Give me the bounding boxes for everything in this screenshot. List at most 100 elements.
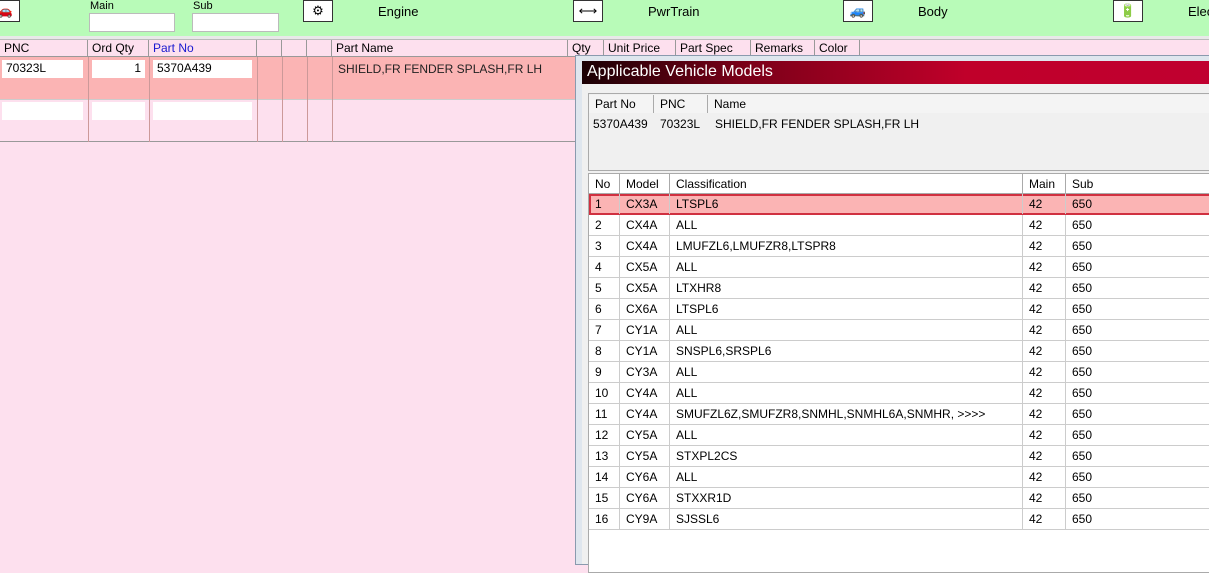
col-ord-qty[interactable]: Ord Qty — [88, 40, 149, 57]
model-row[interactable]: 6 CX6A LTSPL6 42 650 — [589, 299, 1209, 320]
dialog-title[interactable]: Applicable Vehicle Models — [582, 61, 1209, 84]
sub-input[interactable] — [192, 13, 279, 32]
cell-classification: SJSSL6 — [670, 509, 1023, 529]
models-list[interactable]: No Model Classification Main Sub 1 CX3A LT… — [588, 173, 1209, 573]
cell-model: CX5A — [620, 257, 670, 277]
hdr-pnc[interactable]: PNC — [654, 95, 708, 113]
hdr-classification[interactable]: Classification — [670, 174, 1023, 194]
model-row[interactable]: 12 CY5A ALL 42 650 — [589, 425, 1209, 446]
cell-model: CX6A — [620, 299, 670, 319]
pnc-field-empty[interactable] — [2, 102, 83, 120]
ord-qty-field[interactable]: 1 — [92, 60, 145, 78]
cell-classification: ALL — [670, 383, 1023, 403]
part-no-field[interactable]: 5370A439 — [153, 60, 252, 78]
hdr-name[interactable]: Name — [708, 95, 1209, 113]
hdr-main[interactable]: Main — [1023, 174, 1066, 194]
model-row[interactable]: 15 CY6A STXXR1D 42 650 — [589, 488, 1209, 509]
model-row[interactable]: 3 CX4A LMUFZL6,LMUFZR8,LTSPR8 42 650 — [589, 236, 1209, 257]
hdr-no[interactable]: No — [589, 174, 620, 194]
col-divider — [257, 57, 258, 142]
applicable-vehicle-models-dialog: Applicable Vehicle Models Part No PNC Na… — [575, 55, 1209, 573]
model-row[interactable]: 11 CY4A SMUFZL6Z,SMUFZR8,SNMHL,SNMHL6A,SNM… — [589, 404, 1209, 425]
electrical-label[interactable]: Elec — [1188, 4, 1209, 19]
cell-no: 14 — [589, 467, 620, 487]
col-blank-2[interactable] — [282, 40, 307, 57]
body-label[interactable]: Body — [918, 4, 948, 19]
cell-main: 42 — [1023, 215, 1066, 235]
cell-classification: SMUFZL6Z,SMUFZR8,SNMHL,SNMHL6A,SNMHR, >>… — [670, 404, 1023, 424]
cell-main: 42 — [1023, 509, 1066, 529]
model-row[interactable]: 13 CY5A STXPL2CS 42 650 — [589, 446, 1209, 467]
sub-label: Sub — [193, 0, 213, 12]
model-row[interactable]: 14 CY6A ALL 42 650 — [589, 467, 1209, 488]
cell-main: 42 — [1023, 383, 1066, 403]
cell-sub: 650 — [1072, 365, 1093, 379]
cell-model: CY9A — [620, 509, 670, 529]
cell-no: 11 — [589, 404, 620, 424]
powertrain-icon[interactable]: ⟷ — [573, 0, 603, 22]
model-row[interactable]: 8 CY1A SNSPL6,SRSPL6 42 650 — [589, 341, 1209, 362]
cell-main: 42 — [1023, 278, 1066, 298]
col-part-name[interactable]: Part Name — [332, 40, 568, 57]
cell-classification: LTSPL6 — [670, 194, 1023, 214]
engine-label[interactable]: Engine — [378, 4, 418, 19]
cell-main: 42 — [1023, 320, 1066, 340]
part-no-field-empty[interactable] — [153, 102, 252, 120]
part-name-cell: SHIELD,FR FENDER SPLASH,FR LH — [338, 62, 543, 76]
cell-sub: 650 — [1072, 428, 1093, 442]
model-row[interactable]: 9 CY3A ALL 42 650 — [589, 362, 1209, 383]
model-row[interactable]: 4 CX5A ALL 42 650 — [589, 257, 1209, 278]
col-blank-1[interactable] — [257, 40, 282, 57]
dialog-body: Part No PNC Name 5370A439 70323L SHIELD,… — [582, 84, 1209, 573]
model-row[interactable]: 1 CX3A LTSPL6 42 650 — [589, 194, 1209, 215]
col-pnc[interactable]: PNC — [0, 40, 88, 57]
model-row[interactable]: 5 CX5A LTXHR8 42 650 — [589, 278, 1209, 299]
cell-sub: 650 — [1072, 218, 1093, 232]
powertrain-label[interactable]: PwrTrain — [648, 4, 700, 19]
col-divider — [149, 57, 150, 142]
cell-model: CX4A — [620, 215, 670, 235]
hdr-model[interactable]: Model — [620, 174, 670, 194]
cell-main: 42 — [1023, 299, 1066, 319]
model-row[interactable]: 2 CX4A ALL 42 650 — [589, 215, 1209, 236]
col-part-no[interactable]: Part No — [149, 40, 257, 57]
battery-icon[interactable]: 🔋 — [1113, 0, 1143, 22]
cell-classification: ALL — [670, 467, 1023, 487]
model-row[interactable]: 16 CY9A SJSSL6 42 650 — [589, 509, 1209, 530]
cell-classification: STXPL2CS — [670, 446, 1023, 466]
ord-qty-field-empty[interactable] — [92, 102, 145, 120]
toolbar: 🚗 Main Sub ⚙ Engine ⟷ PwrTrain 🚙 Body 🔋 … — [0, 0, 1209, 36]
cell-model: CY4A — [620, 383, 670, 403]
main-label: Main — [90, 0, 114, 12]
table-row-empty[interactable] — [0, 100, 575, 142]
cell-model: CY6A — [620, 488, 670, 508]
cell-model: CY4A — [620, 404, 670, 424]
col-divider — [332, 57, 333, 142]
cell-no: 7 — [589, 320, 620, 340]
col-blank-3[interactable] — [307, 40, 332, 57]
pnc-field[interactable]: 70323L — [2, 60, 83, 78]
cell-classification: ALL — [670, 320, 1023, 340]
cell-model: CX3A — [620, 194, 670, 214]
cell-sub: 650 — [1072, 239, 1093, 253]
car-icon-button[interactable]: 🚗 — [0, 0, 20, 22]
hdr-part-no[interactable]: Part No — [589, 95, 654, 113]
cell-main: 42 — [1023, 467, 1066, 487]
body-icon[interactable]: 🚙 — [843, 0, 873, 22]
model-row[interactable]: 7 CY1A ALL 42 650 — [589, 320, 1209, 341]
cell-classification: ALL — [670, 215, 1023, 235]
cell-model: CY3A — [620, 362, 670, 382]
engine-icon[interactable]: ⚙ — [303, 0, 333, 22]
cell-no: 1 — [589, 194, 620, 214]
part-no-value: 5370A439 — [593, 117, 648, 131]
cell-no: 3 — [589, 236, 620, 256]
cell-no: 10 — [589, 383, 620, 403]
cell-model: CX5A — [620, 278, 670, 298]
cell-classification: LTXHR8 — [670, 278, 1023, 298]
hdr-sub[interactable]: Sub — [1066, 174, 1209, 194]
model-row[interactable]: 10 CY4A ALL 42 650 — [589, 383, 1209, 404]
cell-no: 15 — [589, 488, 620, 508]
cell-classification: STXXR1D — [670, 488, 1023, 508]
cell-no: 9 — [589, 362, 620, 382]
main-input[interactable] — [89, 13, 175, 32]
